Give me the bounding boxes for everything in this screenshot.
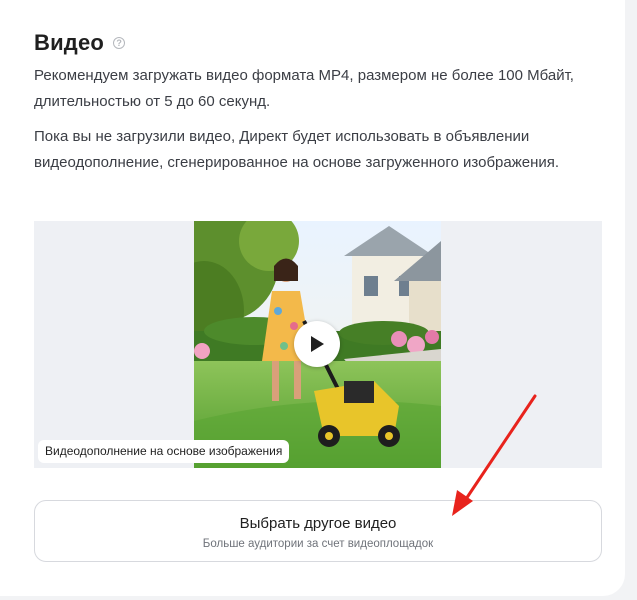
- section-title: Видео: [34, 30, 105, 55]
- auto-video-notice-text: Пока вы не загрузили видео, Директ будет…: [34, 128, 560, 171]
- section-header: Видео ?: [34, 30, 126, 56]
- play-button[interactable]: [294, 321, 340, 367]
- preview-caption: Видеодополнение на основе изображения: [38, 440, 290, 463]
- format-requirements-text: Рекомендуем загружать видео формата MP4,…: [34, 67, 574, 110]
- choose-video-sublabel: Больше аудитории за счет видеоплощадок: [202, 538, 434, 550]
- play-icon: [311, 336, 324, 352]
- annotation-arrow-icon: [452, 394, 537, 516]
- video-thumbnail[interactable]: [194, 221, 441, 468]
- question-circle-icon[interactable]: ?: [113, 37, 126, 49]
